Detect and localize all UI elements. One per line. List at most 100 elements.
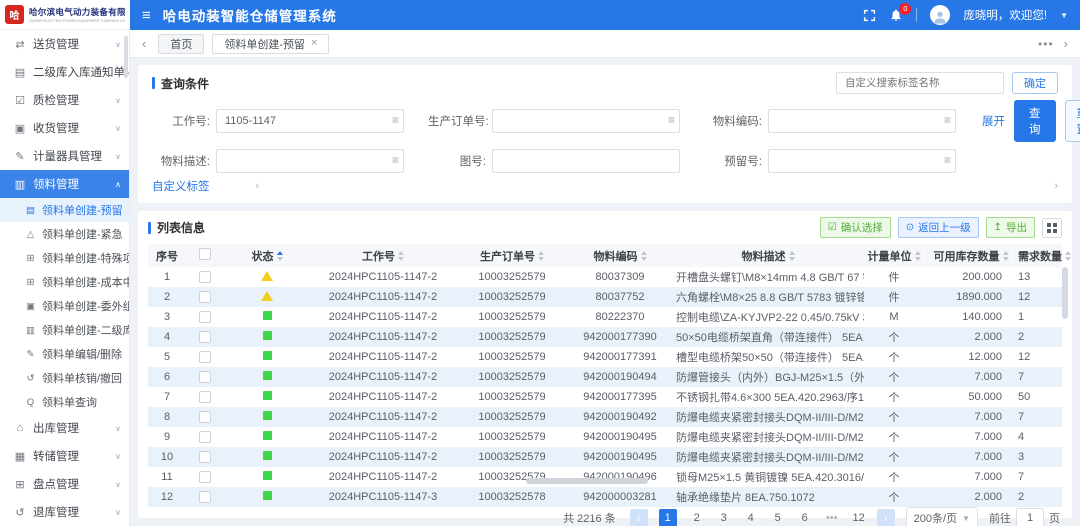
search-button[interactable]: 查询 <box>1014 100 1056 142</box>
sidebar-subitem-writeoff-recall[interactable]: ↺领料单核销/撤回 <box>0 366 129 390</box>
table-row[interactable]: 12024HPC1105-1147-21000325257980037309开槽… <box>148 267 1062 287</box>
page-button[interactable]: 5 <box>771 512 785 524</box>
confirm-tag-button[interactable]: 确定 <box>1012 72 1058 94</box>
goto-page-input[interactable] <box>1016 508 1044 526</box>
tab-close-icon[interactable]: × <box>311 38 317 49</box>
sidebar-item-delivery[interactable]: ⇄送货管理∨ <box>0 30 129 58</box>
row-checkbox[interactable] <box>199 291 211 303</box>
field-list-icon[interactable]: ≡ <box>944 153 951 167</box>
sidebar-item-measuring-tools[interactable]: ✎计量器具管理∨ <box>0 142 129 170</box>
page-button[interactable]: 3 <box>717 512 731 524</box>
page-button[interactable]: 2 <box>690 512 704 524</box>
tab-home[interactable]: 首页 <box>158 34 204 54</box>
sidebar-subitem-create-urgent[interactable]: △领料单创建-紧急 <box>0 222 129 246</box>
page-button[interactable]: 6 <box>798 512 812 524</box>
sidebar-item-receiving[interactable]: ▣收货管理∨ <box>0 114 129 142</box>
tab-forward-icon[interactable]: › <box>1064 36 1068 51</box>
custom-tag-link[interactable]: 自定义标签 <box>152 178 210 194</box>
row-checkbox[interactable] <box>199 311 211 323</box>
vertical-scrollbar[interactable] <box>1062 267 1068 319</box>
select-all-checkbox[interactable] <box>199 248 211 260</box>
row-checkbox[interactable] <box>199 491 211 503</box>
sort-icon[interactable] <box>915 248 921 264</box>
sidebar-item-return-store[interactable]: ↺退库管理∨ <box>0 498 129 526</box>
row-checkbox[interactable] <box>199 451 211 463</box>
drawing-no-input[interactable] <box>492 149 680 173</box>
row-checkbox[interactable] <box>199 391 211 403</box>
page-button[interactable]: 4 <box>744 512 758 524</box>
sidebar-subitem-query[interactable]: Q领料单查询 <box>0 390 129 414</box>
sidebar-item-transfer[interactable]: ▦转储管理∨ <box>0 442 129 470</box>
sidebar-collapse-icon[interactable]: ≡ <box>142 8 151 23</box>
sidebar-subitem-create-secondary-store[interactable]: ▥领料单创建-二级库 <box>0 318 129 342</box>
row-checkbox[interactable] <box>199 331 211 343</box>
sidebar-subitem-create-cost-center[interactable]: ⊞领料单创建-成本中心 <box>0 270 129 294</box>
sidebar-subitem-create-special-project[interactable]: ⊞领料单创建-特殊项目 <box>0 246 129 270</box>
sort-icon[interactable] <box>277 248 283 264</box>
sidebar-subitem-create-outsource[interactable]: ▣领料单创建-委外组件 <box>0 294 129 318</box>
page-size-select[interactable]: 200条/页 ▼ <box>906 507 978 526</box>
table-row[interactable]: 102024HPC1105-1147-210003252579942000190… <box>148 447 1062 467</box>
confirm-select-button[interactable]: ☑确认选择 <box>820 217 891 238</box>
table-row[interactable]: 52024HPC1105-1147-2100032525799420001773… <box>148 347 1062 367</box>
table-row[interactable]: 92024HPC1105-1147-2100032525799420001904… <box>148 427 1062 447</box>
table-row[interactable]: 72024HPC1105-1147-2100032525799420001773… <box>148 387 1062 407</box>
sidebar-subitem-edit-delete[interactable]: ✎领料单编辑/删除 <box>0 342 129 366</box>
column-settings-icon[interactable] <box>1042 218 1062 238</box>
export-button[interactable]: ↥导出 <box>986 217 1035 238</box>
horizontal-scrollbar[interactable] <box>526 478 648 484</box>
back-up-level-button[interactable]: ⊙返回上一级 <box>898 217 979 238</box>
sort-icon[interactable] <box>1003 248 1009 264</box>
table-row[interactable]: 32024HPC1105-1147-21000325257980222370控制… <box>148 307 1062 327</box>
field-list-icon[interactable]: ≡ <box>392 113 399 127</box>
sort-icon[interactable] <box>398 248 404 264</box>
tab-more-icon[interactable]: ••• <box>1038 37 1054 51</box>
reserve-no-input[interactable] <box>768 149 956 173</box>
sidebar-item-secondary-inbound-notice[interactable]: ▤二级库入库通知单∨ <box>0 58 129 86</box>
tag-next-icon[interactable]: › <box>1054 180 1058 192</box>
tab-back-icon[interactable]: ‹ <box>142 36 146 51</box>
notification-bell-icon[interactable]: 0 <box>889 8 903 22</box>
sidebar-scrollbar[interactable] <box>124 36 128 78</box>
sidebar-item-stocktake[interactable]: ⊞盘点管理∨ <box>0 470 129 498</box>
expand-link[interactable]: 展开 <box>982 113 1005 129</box>
table-row[interactable]: 82024HPC1105-1147-2100032525799420001904… <box>148 407 1062 427</box>
sort-icon[interactable] <box>538 248 544 264</box>
table-row[interactable]: 62024HPC1105-1147-2100032525799420001904… <box>148 367 1062 387</box>
next-page-button[interactable]: › <box>877 509 895 526</box>
field-list-icon[interactable]: ≡ <box>392 153 399 167</box>
sort-icon[interactable] <box>641 248 647 264</box>
work-no-input[interactable] <box>216 109 404 133</box>
tab-active[interactable]: 领料单创建-预留 × <box>212 34 329 54</box>
row-checkbox[interactable] <box>199 471 211 483</box>
row-checkbox[interactable] <box>199 431 211 443</box>
material-code-input[interactable] <box>768 109 956 133</box>
reset-button[interactable]: 重置 <box>1065 100 1080 142</box>
production-order-input[interactable] <box>492 109 680 133</box>
row-checkbox[interactable] <box>199 271 211 283</box>
row-checkbox[interactable] <box>199 371 211 383</box>
table-row[interactable]: 112024HPC1105-1147-210003252579942000190… <box>148 467 1062 487</box>
tag-prev-icon[interactable]: ‹ <box>256 180 260 192</box>
fullscreen-icon[interactable] <box>863 9 876 22</box>
sidebar-item-quality-inspect[interactable]: ☑质检管理∨ <box>0 86 129 114</box>
row-checkbox[interactable] <box>199 411 211 423</box>
sort-icon[interactable] <box>789 248 795 264</box>
page-button[interactable]: 1 <box>659 509 677 526</box>
sidebar-item-material-requisition[interactable]: ▥领料管理∧ <box>0 170 129 198</box>
sort-icon[interactable] <box>1065 248 1071 264</box>
prev-page-button[interactable]: ‹ <box>630 509 648 526</box>
user-avatar[interactable] <box>930 5 950 25</box>
sidebar-item-outbound[interactable]: ⌂出库管理∨ <box>0 414 129 442</box>
user-menu-caret-icon[interactable]: ▼ <box>1060 11 1068 20</box>
table-row[interactable]: 42024HPC1105-1147-2100032525799420001773… <box>148 327 1062 347</box>
field-list-icon[interactable]: ≡ <box>944 113 951 127</box>
row-checkbox[interactable] <box>199 351 211 363</box>
page-button[interactable]: 12 <box>852 512 866 524</box>
table-row[interactable]: 22024HPC1105-1147-21000325257980037752六角… <box>148 287 1062 307</box>
sidebar-subitem-create-reserve[interactable]: ▤领料单创建-预留 <box>0 198 129 222</box>
field-list-icon[interactable]: ≡ <box>668 113 675 127</box>
custom-tag-name-input[interactable] <box>836 72 1004 94</box>
table-row[interactable]: 122024HPC1105-1147-310003252578942000003… <box>148 487 1062 507</box>
material-desc-input[interactable] <box>216 149 404 173</box>
